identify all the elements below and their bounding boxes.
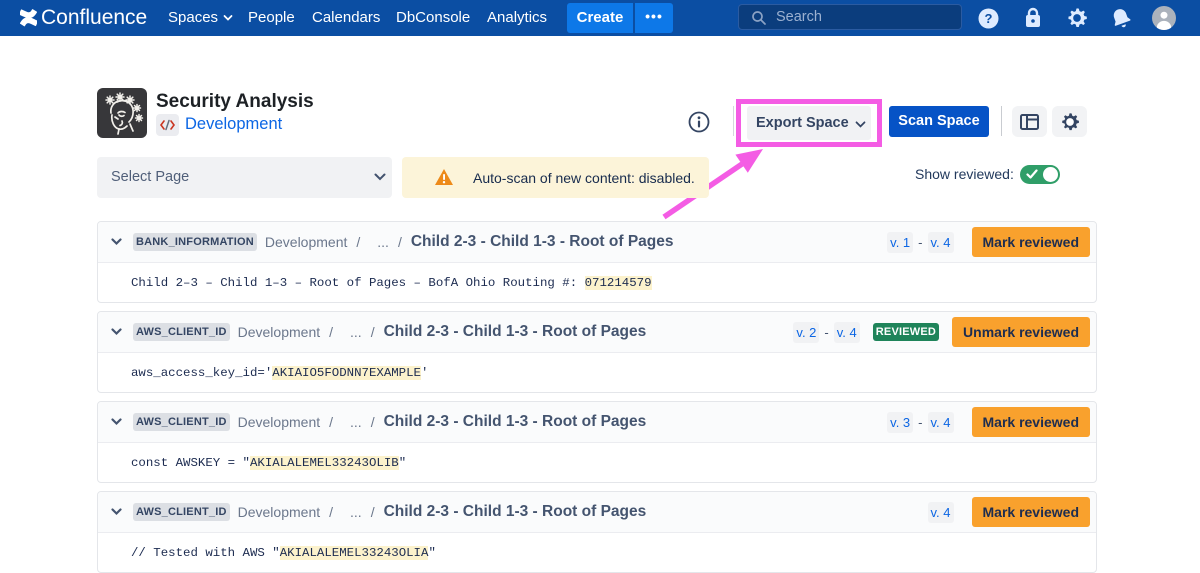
svg-text:?: ? xyxy=(985,11,993,26)
